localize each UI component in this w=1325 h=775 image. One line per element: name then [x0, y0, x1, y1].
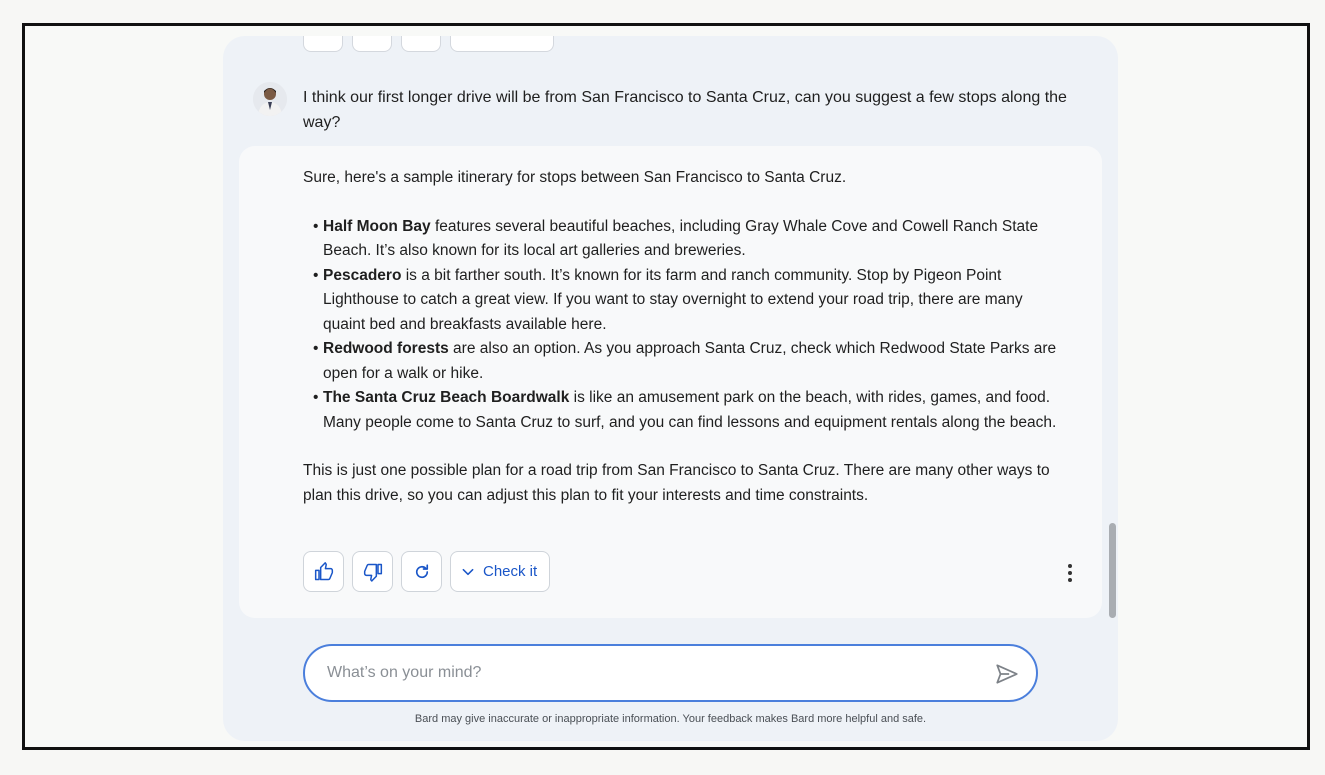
more-vert-dot	[1068, 578, 1072, 582]
response-card: Sure, here's a sample itinerary for stop…	[239, 146, 1102, 618]
send-icon	[996, 664, 1018, 684]
screen-frame: I think our first longer drive will be f…	[22, 23, 1310, 750]
item-text: features several beautiful beaches, incl…	[323, 217, 1039, 260]
more-options-button[interactable]	[1060, 561, 1080, 585]
check-it-button[interactable]: Check it	[450, 551, 551, 592]
list-item: Half Moon Bay features several beautiful…	[313, 215, 1063, 264]
prev-check-button[interactable]	[450, 36, 554, 52]
response-actions: Check it	[303, 551, 551, 592]
response-body: Sure, here's a sample itinerary for stop…	[303, 166, 1063, 508]
item-title: The Santa Cruz Beach Boardwalk	[323, 389, 570, 406]
scrollbar-thumb[interactable]	[1109, 523, 1116, 618]
refresh-icon	[415, 563, 428, 578]
thumbs-down-icon	[363, 563, 382, 582]
chat-app: I think our first longer drive will be f…	[223, 36, 1118, 741]
regenerate-button[interactable]	[401, 551, 442, 592]
list-item: Redwood forests are also an option. As y…	[313, 337, 1063, 386]
itinerary-list: Half Moon Bay features several beautiful…	[313, 215, 1063, 436]
list-item: Pescadero is a bit farther south. It’s k…	[313, 264, 1063, 338]
chevron-down-icon	[462, 568, 474, 575]
user-message-text: I think our first longer drive will be f…	[303, 89, 1067, 131]
list-item: The Santa Cruz Beach Boardwalk is like a…	[313, 386, 1063, 435]
item-title: Half Moon Bay	[323, 217, 431, 235]
check-it-label: Check it	[483, 563, 538, 580]
response-outro: This is just one possible plan for a roa…	[303, 462, 1050, 504]
send-button[interactable]	[994, 661, 1020, 687]
more-vert-dot	[1068, 571, 1072, 575]
thumbs-up-icon	[314, 561, 333, 580]
item-title: Pescadero	[323, 266, 402, 284]
prev-thumbs-up-button[interactable]	[303, 36, 343, 52]
item-title: Redwood forests	[323, 340, 449, 357]
previous-response-actions	[303, 36, 554, 52]
disclaimer-text: Bard may give inaccurate or inappropriat…	[414, 713, 927, 725]
item-text: is a bit farther south. It’s known for i…	[323, 266, 1023, 333]
user-avatar-image	[253, 82, 287, 116]
more-vert-icon	[1068, 564, 1072, 568]
prev-regenerate-button[interactable]	[401, 36, 441, 52]
prompt-input[interactable]	[327, 660, 967, 686]
response-intro: Sure, here's a sample itinerary for stop…	[303, 169, 847, 186]
thumbs-up-button[interactable]	[303, 551, 344, 592]
thumbs-down-button[interactable]	[352, 551, 393, 592]
user-avatar	[253, 82, 287, 116]
prev-thumbs-down-button[interactable]	[352, 36, 392, 52]
prompt-input-box[interactable]	[303, 644, 1038, 702]
